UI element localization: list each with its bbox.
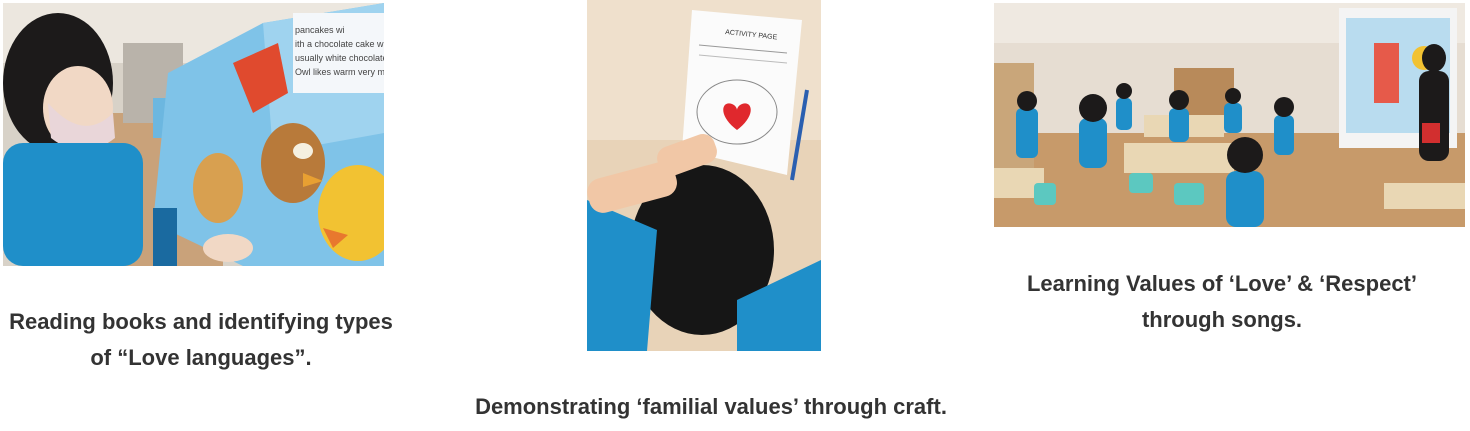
book-text-line-2: ith a chocolate cake w bbox=[295, 39, 384, 49]
caption-reading-line-1: Reading books and identifying types bbox=[9, 309, 393, 334]
familial-craft-image: ACTIVITY PAGE bbox=[587, 0, 821, 351]
learning-songs-image bbox=[994, 3, 1465, 227]
reading-books-image: pancakes wi ith a chocolate cake w usual… bbox=[3, 3, 384, 266]
caption-songs-line-1: Learning Values of ‘Love’ & ‘Respect’ bbox=[1026, 271, 1417, 296]
caption-craft-line-1: Demonstrating ‘familial values’ through … bbox=[475, 394, 947, 419]
caption-reading-books: Reading books and identifying types of “… bbox=[0, 304, 402, 376]
caption-songs-line-2: through songs. bbox=[1141, 307, 1303, 332]
book-text-line-3: usually white chocolate bbox=[295, 53, 384, 63]
photo-familial-craft: ACTIVITY PAGE bbox=[587, 0, 821, 351]
photo-reading-books: pancakes wi ith a chocolate cake w usual… bbox=[3, 3, 384, 266]
caption-reading-line-2: of “Love languages”. bbox=[90, 345, 312, 370]
caption-learning-songs: Learning Values of ‘Love’ & ‘Respect’ th… bbox=[1000, 266, 1444, 338]
photo-learning-songs bbox=[994, 3, 1465, 227]
caption-familial-craft: Demonstrating ‘familial values’ through … bbox=[440, 389, 982, 425]
book-text-line-1: pancakes wi bbox=[295, 25, 345, 35]
book-text-line-4: Owl likes warm very muc bbox=[295, 67, 384, 77]
